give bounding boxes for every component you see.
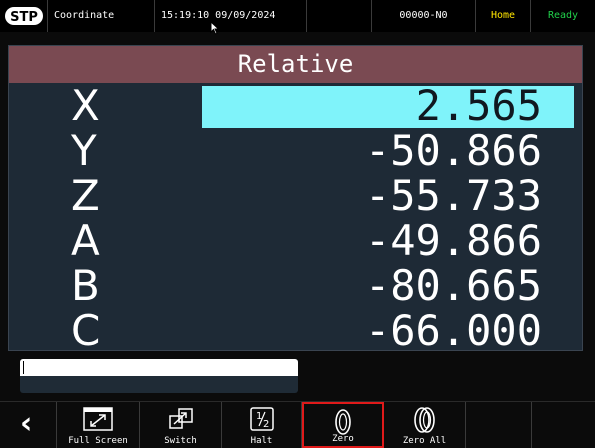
- mode-status: Home: [476, 0, 531, 32]
- back-chevron-icon: ‹: [20, 406, 33, 441]
- bottom-toolbar: ‹ Full Screen Switch 1 2 Halt Zero Zero …: [0, 401, 595, 448]
- switch-button[interactable]: Switch: [140, 402, 222, 448]
- button-label: Full Screen: [68, 436, 128, 446]
- text-caret: [23, 361, 24, 374]
- zero-button[interactable]: Zero: [302, 402, 384, 448]
- zero-all-icon: [413, 407, 435, 433]
- axis-label: C: [71, 306, 101, 355]
- empty-softkey[interactable]: [466, 402, 532, 448]
- button-label: Halt: [250, 436, 273, 446]
- zero-icon: [335, 409, 351, 435]
- axis-label: Z: [71, 171, 100, 220]
- axis-row-y[interactable]: Y -50.866: [9, 126, 582, 175]
- machine-state: Ready: [547, 10, 579, 21]
- value-input[interactable]: [20, 359, 298, 376]
- axis-row-x[interactable]: X 2.565: [9, 81, 582, 130]
- axis-label: X: [71, 81, 100, 130]
- button-label: Zero All: [402, 436, 447, 446]
- axis-row-b[interactable]: B -80.665: [9, 261, 582, 310]
- cursor-icon: [210, 21, 220, 35]
- program-number: 00000-N0: [372, 0, 476, 32]
- status-blank: [307, 0, 372, 32]
- axis-value: -49.866: [364, 216, 542, 265]
- back-button[interactable]: ‹: [0, 402, 57, 448]
- full-screen-icon: [83, 407, 113, 431]
- svg-text:2: 2: [263, 419, 269, 430]
- datetime: 15:19:10 09/09/2024: [155, 0, 307, 32]
- axis-value: -50.866: [364, 126, 542, 175]
- axis-row-c[interactable]: C -66.000: [9, 306, 582, 355]
- button-label: Switch: [164, 436, 197, 446]
- halt-icon: 1 2: [249, 407, 274, 431]
- panel-header: Relative: [9, 46, 582, 83]
- switch-icon: [168, 408, 193, 429]
- zero-all-button[interactable]: Zero All: [384, 402, 466, 448]
- coordinate-panel: Relative X 2.565 Y -50.866 Z -55.733 A -…: [8, 45, 583, 353]
- axis-row-a[interactable]: A -49.866: [9, 216, 582, 265]
- axis-value: -66.000: [364, 306, 542, 355]
- input-area: [20, 359, 298, 393]
- status-bar: STP Coordinate 15:19:10 09/09/2024 00000…: [0, 0, 595, 32]
- panel-title: Relative: [237, 50, 354, 78]
- axis-value: -55.733: [364, 171, 542, 220]
- svg-text:STP: STP: [10, 10, 38, 25]
- logo-icon: STP: [0, 0, 48, 32]
- axis-label: B: [71, 261, 100, 310]
- empty-softkey[interactable]: [532, 402, 595, 448]
- axis-label: A: [71, 216, 100, 265]
- screen-title: Coordinate: [48, 0, 155, 32]
- axis-row-z[interactable]: Z -55.733: [9, 171, 582, 220]
- axis-label: Y: [71, 126, 97, 175]
- full-screen-button[interactable]: Full Screen: [57, 402, 140, 448]
- button-label: Zero: [332, 434, 354, 444]
- halt-button[interactable]: 1 2 Halt: [222, 402, 302, 448]
- axis-value: 2.565: [415, 81, 542, 130]
- axis-value: -80.665: [364, 261, 542, 310]
